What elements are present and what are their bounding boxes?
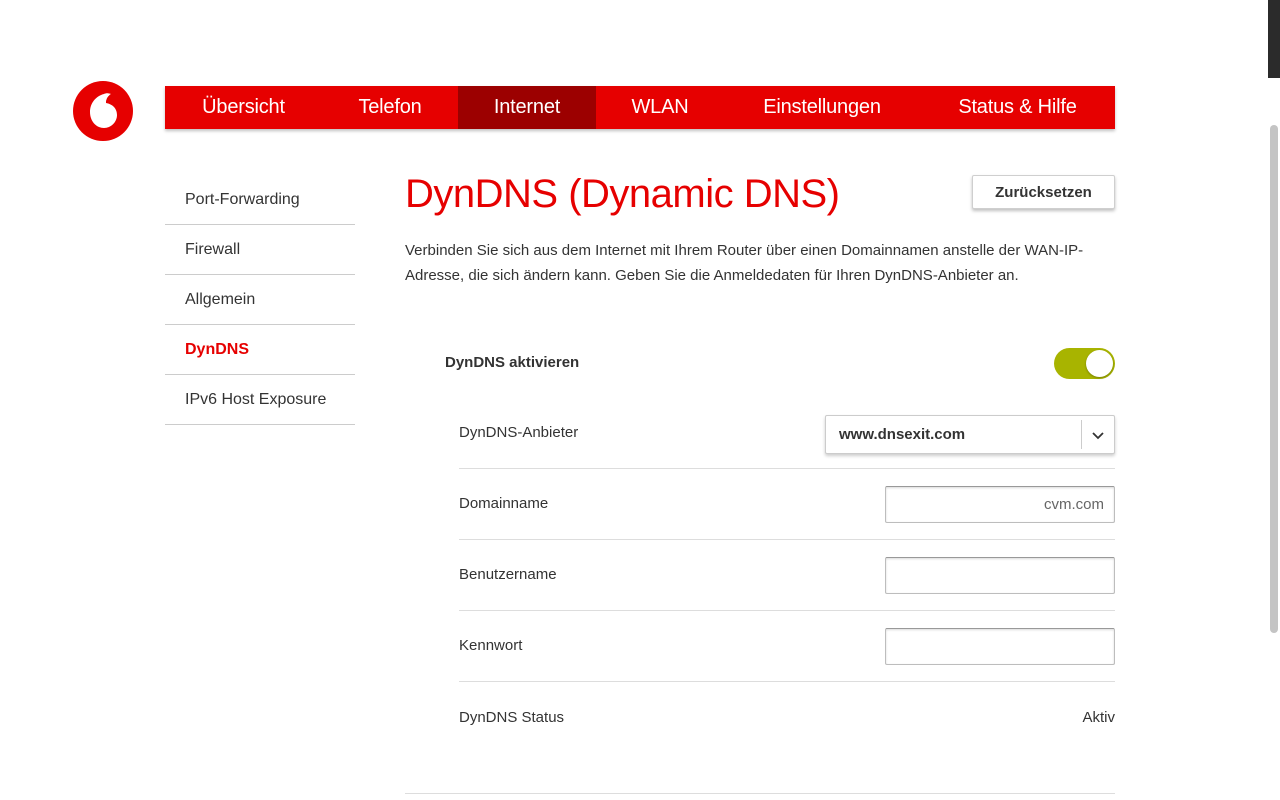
toggle-knob — [1086, 350, 1113, 377]
chevron-down-icon[interactable] — [1088, 425, 1108, 445]
sidebar-item-dyndns[interactable]: DynDNS — [165, 325, 355, 375]
username-input[interactable] — [885, 557, 1115, 594]
username-label: Benutzername — [459, 566, 557, 583]
sidebar-item-allgemein[interactable]: Allgemein — [165, 275, 355, 325]
nav-item-uebersicht[interactable]: Übersicht — [165, 86, 322, 129]
sidebar-item-port-forwarding[interactable]: Port-Forwarding — [165, 175, 355, 225]
domain-label: Domainname — [459, 495, 549, 512]
main-navigation: Übersicht Telefon Internet WLAN Einstell… — [165, 86, 1115, 129]
page-title: DynDNS (Dynamic DNS) — [405, 172, 840, 216]
sidebar: Port-Forwarding Firewall Allgemein DynDN… — [165, 175, 355, 425]
dyndns-status-label: DynDNS Status — [459, 709, 565, 726]
sidebar-item-firewall[interactable]: Firewall — [165, 225, 355, 275]
page: Übersicht Telefon Internet WLAN Einstell… — [0, 0, 1280, 800]
password-input[interactable] — [885, 628, 1115, 665]
dyndns-enable-toggle[interactable] — [1054, 348, 1115, 379]
window-corner — [1268, 0, 1280, 78]
provider-select-value: www.dnsexit.com — [839, 426, 966, 443]
scrollbar-thumb[interactable] — [1270, 125, 1278, 633]
nav-item-status-hilfe[interactable]: Status & Hilfe — [920, 86, 1115, 129]
provider-select[interactable]: www.dnsexit.com — [825, 415, 1115, 454]
nav-item-internet[interactable]: Internet — [458, 86, 596, 129]
dyndns-enable-label: DynDNS aktivieren — [445, 354, 580, 371]
reset-button[interactable]: Zurücksetzen — [972, 175, 1115, 209]
vodafone-logo-icon[interactable] — [73, 81, 133, 141]
password-label: Kennwort — [459, 637, 523, 654]
select-divider — [1081, 420, 1082, 449]
domain-input[interactable] — [885, 486, 1115, 523]
provider-label: DynDNS-Anbieter — [459, 424, 579, 441]
dyndns-status-value: Aktiv — [1082, 709, 1115, 726]
nav-item-einstellungen[interactable]: Einstellungen — [724, 86, 920, 129]
sidebar-item-ipv6-host-exposure[interactable]: IPv6 Host Exposure — [165, 375, 355, 425]
page-description: Verbinden Sie sich aus dem Internet mit … — [405, 242, 1084, 284]
nav-item-telefon[interactable]: Telefon — [322, 86, 458, 129]
section-divider — [405, 793, 1115, 794]
nav-item-wlan[interactable]: WLAN — [596, 86, 724, 129]
